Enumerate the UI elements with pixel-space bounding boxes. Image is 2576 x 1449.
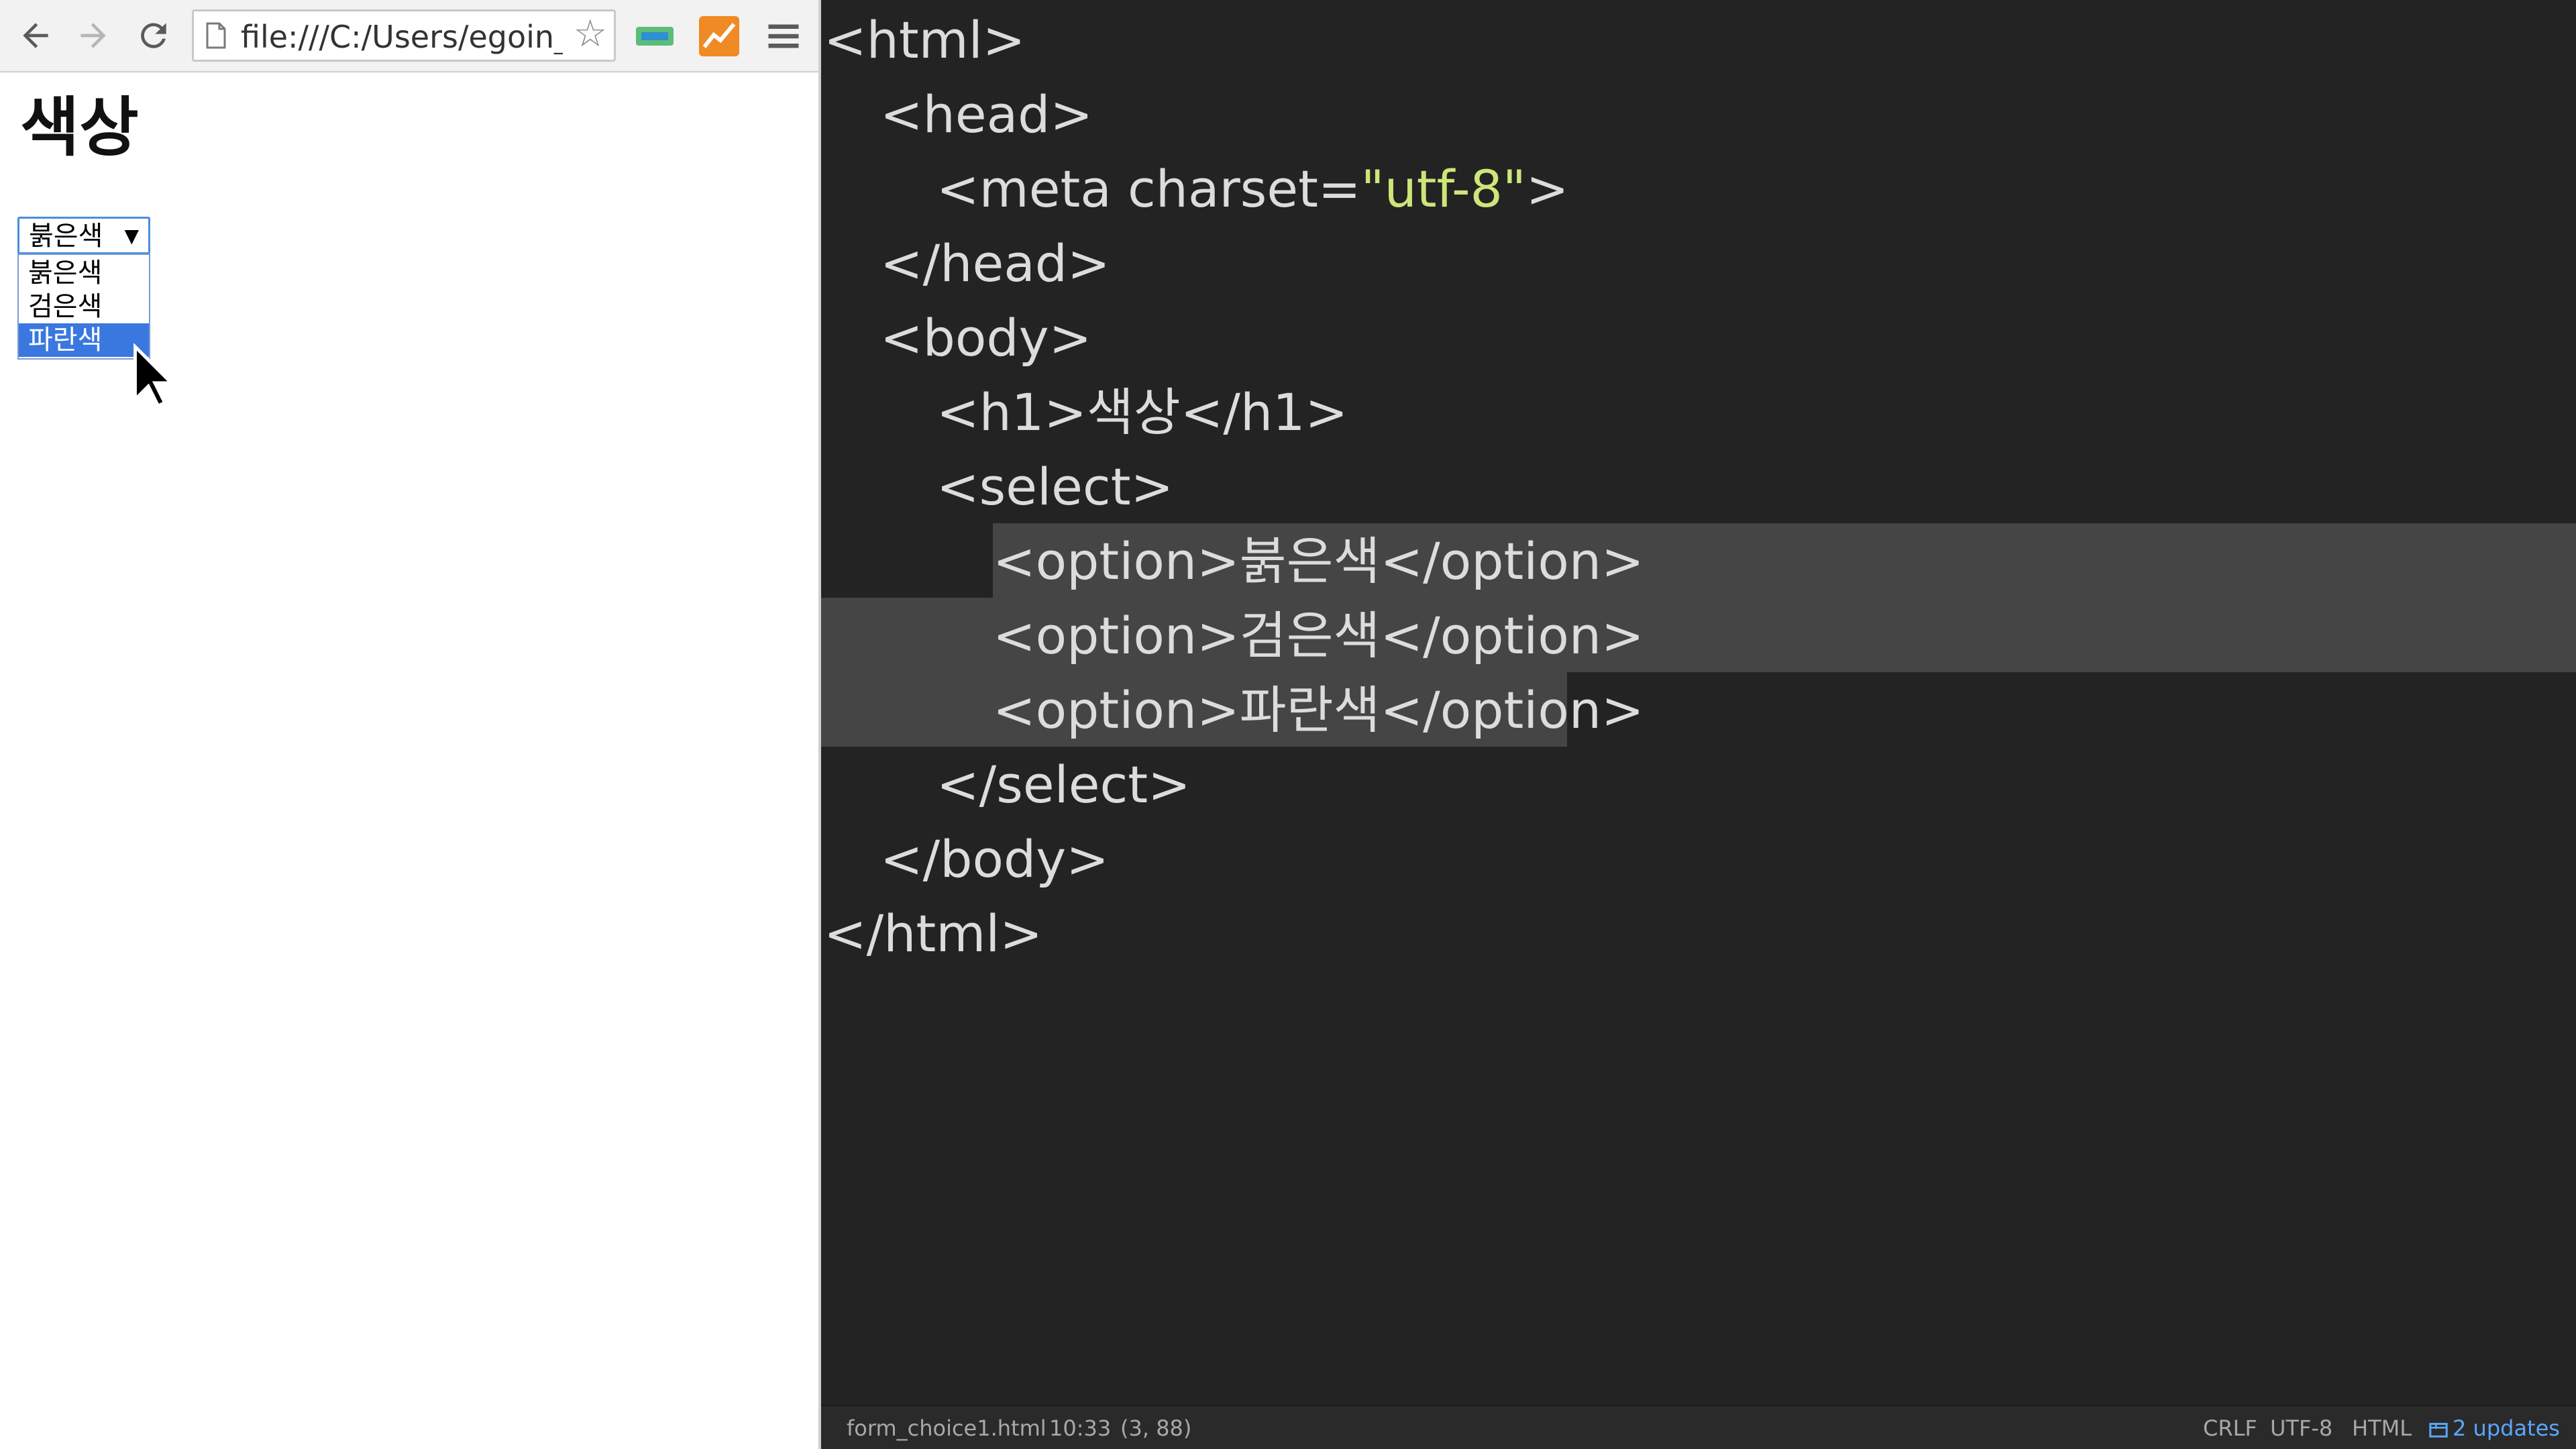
status-grammar[interactable]: HTML xyxy=(2352,1406,2412,1449)
select-dropdown-list: 붉은색 검은색 파란색 xyxy=(17,254,150,360)
page-heading: 색상 xyxy=(20,90,139,165)
status-line-ending[interactable]: CRLF xyxy=(2203,1406,2257,1449)
code-string: "utf-8" xyxy=(1360,159,1526,219)
status-bar: form_choice1.html 10:33 (3, 88) CRLF UTF… xyxy=(821,1405,2576,1449)
screen: file:///C:/Users/egoin_( ☆ 색상 붉은색 ▼ 붉은색 … xyxy=(0,0,2576,1449)
code-line: <h1>색상</h1> xyxy=(936,382,1348,442)
browser-window: file:///C:/Users/egoin_( ☆ 색상 붉은색 ▼ 붉은색 … xyxy=(0,0,821,1449)
code-line: </head> xyxy=(880,233,1110,293)
browser-toolbar: file:///C:/Users/egoin_( ☆ xyxy=(0,0,818,72)
forward-arrow-icon[interactable] xyxy=(70,12,117,59)
address-bar[interactable]: file:///C:/Users/egoin_( ☆ xyxy=(192,9,616,62)
code-line: </body> xyxy=(880,829,1109,889)
status-cursor-position[interactable]: 10:33 xyxy=(1049,1406,1111,1449)
reload-icon[interactable] xyxy=(130,12,177,59)
code-line: <option>파란색</option> xyxy=(993,680,1644,740)
star-icon[interactable]: ☆ xyxy=(574,15,607,53)
code-line: <option>붉은색</option> xyxy=(993,531,1644,591)
status-filename[interactable]: form_choice1.html xyxy=(847,1406,1046,1449)
menu-icon[interactable] xyxy=(763,16,804,56)
code-token: > xyxy=(1525,159,1569,219)
code-line: </html> xyxy=(824,904,1043,963)
code-area[interactable]: <html> <head> <meta charset="utf-8"> </h… xyxy=(821,0,2576,1405)
url-text[interactable]: file:///C:/Users/egoin_( xyxy=(241,19,563,54)
dropdown-arrow-icon: ▼ xyxy=(124,225,139,247)
option-blue[interactable]: 파란색 xyxy=(19,323,149,357)
code-line: </select> xyxy=(936,755,1191,814)
code-line: <option>검은색</option> xyxy=(993,606,1644,665)
page-icon xyxy=(206,22,226,49)
back-arrow-icon[interactable] xyxy=(12,12,59,59)
updates-label: 2 updates xyxy=(2453,1415,2560,1441)
code-line: <select> xyxy=(936,457,1174,517)
chart-extension-icon[interactable] xyxy=(698,15,741,58)
status-selection-count: (3, 88) xyxy=(1120,1415,1192,1441)
status-encoding[interactable]: UTF-8 xyxy=(2270,1406,2332,1449)
option-red[interactable]: 붉은색 xyxy=(19,256,149,290)
mouse-cursor-icon xyxy=(133,343,172,409)
package-icon xyxy=(2429,1423,2448,1438)
status-updates[interactable]: 2 updates xyxy=(2428,1406,2560,1449)
code-line: <head> xyxy=(880,85,1093,144)
option-black[interactable]: 검은색 xyxy=(19,290,149,323)
select-value: 붉은색 xyxy=(29,221,103,252)
color-select[interactable]: 붉은색 ▼ xyxy=(17,217,150,254)
code-editor[interactable]: <html> <head> <meta charset="utf-8"> </h… xyxy=(821,0,2576,1449)
code-line: <html> xyxy=(824,10,1026,70)
code-token: <meta charset= xyxy=(936,159,1361,219)
page-viewport: 색상 붉은색 ▼ 붉은색 검은색 파란색 xyxy=(0,72,818,1449)
code-line: <body> xyxy=(880,308,1092,368)
code-line: <meta charset="utf-8"> xyxy=(936,152,1569,226)
extension-icon[interactable] xyxy=(633,20,676,52)
